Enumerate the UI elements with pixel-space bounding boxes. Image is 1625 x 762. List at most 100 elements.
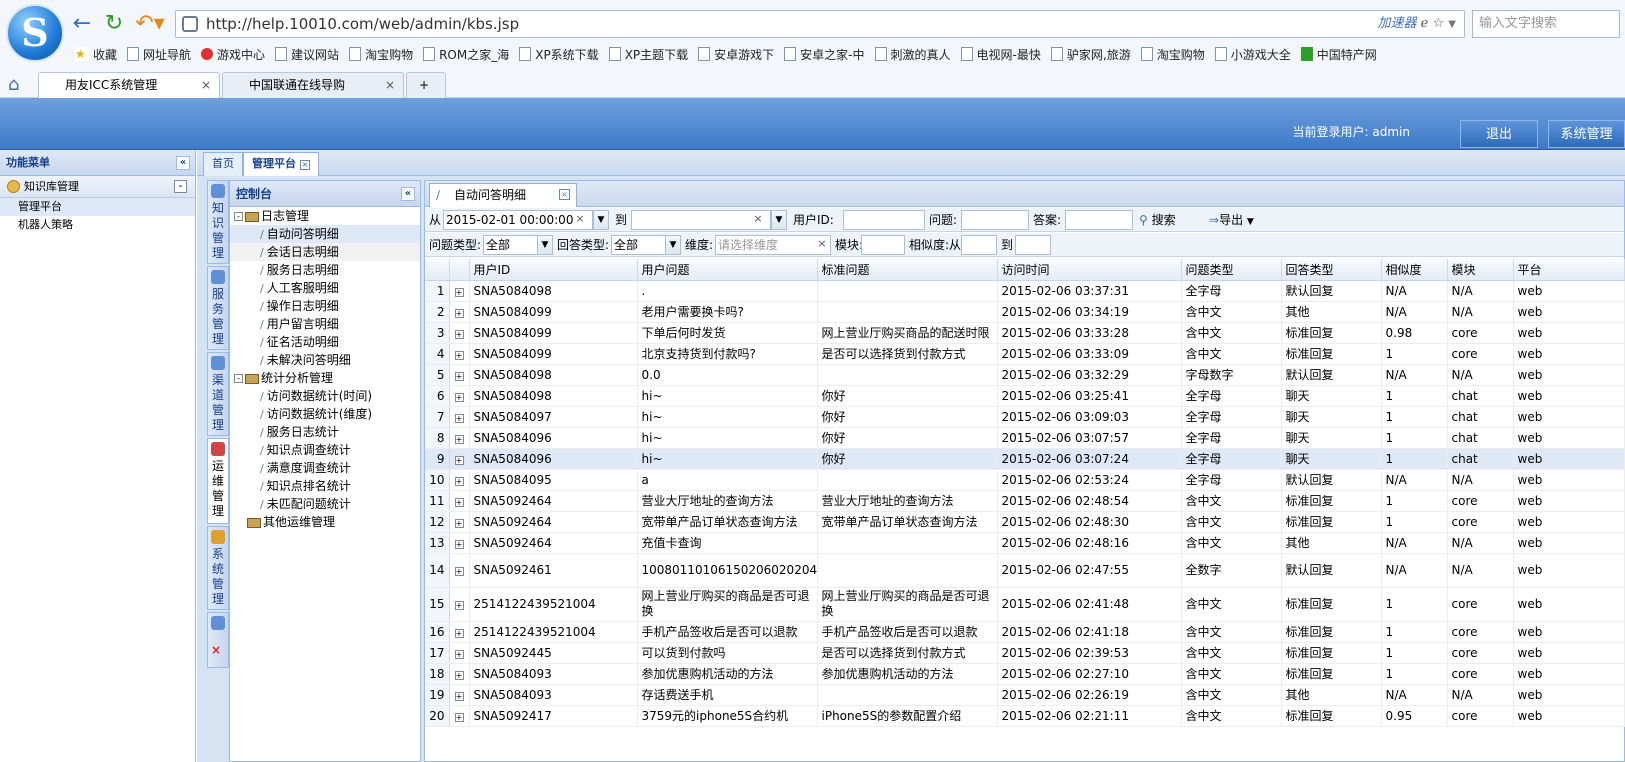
tree-item[interactable]: ∕ 服务日志明细: [230, 261, 420, 279]
close-icon[interactable]: ×: [385, 73, 395, 97]
table-row[interactable]: 8 + SNA5084096 hi~ 你好 2015-02-06 03:07:57 全字母聊…: [425, 427, 1625, 449]
row-expander[interactable]: +: [449, 511, 470, 533]
plus-icon[interactable]: +: [454, 649, 464, 659]
close-icon[interactable]: ×: [559, 189, 570, 200]
row-expander[interactable]: +: [449, 684, 470, 706]
row-expander[interactable]: +: [449, 364, 470, 386]
table-row[interactable]: 17 + SNA5092445 可以货到付款吗 是否可以选择货到付款方式 2015-02-…: [425, 642, 1625, 664]
accelerator-label[interactable]: 加速器: [1378, 16, 1417, 31]
tree-item[interactable]: ∕ 知识点排名统计: [230, 477, 420, 495]
left-menu-item-platform[interactable]: 管理平台: [0, 198, 195, 216]
tree-item[interactable]: ∕ 会话日志明细: [230, 243, 420, 261]
table-row[interactable]: 16 +2514122439521004 手机产品签收后是否可以退款 手机产品签收后是…: [425, 621, 1625, 643]
tree-item[interactable]: ∕ 满意度调查统计: [230, 459, 420, 477]
col-header[interactable]: 问题类型: [1181, 259, 1282, 281]
tab-platform[interactable]: 管理平台 ×: [243, 152, 319, 176]
userid-input[interactable]: [843, 210, 925, 230]
accordion-knowledge-base[interactable]: 知识库管理 -: [0, 176, 195, 198]
plus-icon[interactable]: +: [454, 308, 464, 318]
collapse-icon[interactable]: «: [401, 187, 415, 201]
plus-icon[interactable]: +: [454, 497, 464, 507]
answer-input[interactable]: [1065, 210, 1133, 230]
bookmark-item[interactable]: 游戏中心: [196, 43, 270, 65]
dropdown-arrow-icon[interactable]: ▼: [593, 210, 609, 230]
tree-group-stats[interactable]: - 统计分析管理: [230, 369, 420, 387]
row-expander[interactable]: +: [449, 532, 470, 554]
question-input[interactable]: [961, 210, 1029, 230]
row-expander[interactable]: +: [449, 469, 470, 491]
bookmark-item[interactable]: 淘宝购物: [344, 43, 418, 65]
col-header[interactable]: 用户问题: [637, 259, 818, 281]
chevron-down-icon[interactable]: ▼: [1448, 19, 1456, 30]
bookmark-item[interactable]: 安卓之家-中: [779, 43, 869, 65]
plus-icon[interactable]: +: [454, 287, 464, 297]
dropdown-arrow-icon[interactable]: ▼: [665, 235, 681, 255]
bookmark-item[interactable]: 淘宝购物: [1136, 43, 1210, 65]
bookmark-favorites[interactable]: ★ 收藏: [70, 43, 122, 65]
plus-icon[interactable]: +: [454, 628, 464, 638]
logout-button[interactable]: 退出: [1460, 120, 1538, 148]
vtab-extra[interactable]: ×: [207, 612, 229, 668]
row-expander[interactable]: +: [449, 621, 470, 643]
table-row[interactable]: 19 + SNA5084093 存话费送手机 2015-02-06 02:26:19 含中…: [425, 684, 1625, 706]
table-row[interactable]: 4 + SNA5084099 北京支持货到付款吗? 是否可以选择货到付款方式 2015-0…: [425, 343, 1625, 365]
plus-icon[interactable]: +: [454, 371, 464, 381]
bookmark-item[interactable]: 中国特产网: [1296, 43, 1382, 65]
col-header[interactable]: 标准问题: [817, 259, 998, 281]
table-row[interactable]: 10 + SNA5084095 a 2015-02-06 02:53:24 全字母 默认回复…: [425, 469, 1625, 491]
clear-icon[interactable]: ×: [751, 211, 765, 227]
bookmark-item[interactable]: 刺激的真人: [870, 43, 956, 65]
tab-home[interactable]: 首页: [203, 152, 243, 176]
table-row[interactable]: 3 + SNA5084099 下单后何时发货 网上营业厅购买商品的配送时限 2015-02…: [425, 322, 1625, 344]
dimension-input[interactable]: 请选择维度: [715, 235, 831, 255]
similarity-to-input[interactable]: [1015, 235, 1051, 255]
vtab-operations[interactable]: 运维管理: [207, 438, 229, 524]
row-expander[interactable]: +: [449, 343, 470, 365]
plus-icon[interactable]: +: [454, 691, 464, 701]
close-icon[interactable]: ×: [201, 73, 211, 97]
table-row[interactable]: 14 + SNA509246110080110106150206020204225O…: [425, 553, 1625, 588]
minus-icon[interactable]: -: [234, 374, 243, 383]
plus-icon[interactable]: +: [454, 350, 464, 360]
table-row[interactable]: 2 + SNA5084099 老用户需要换卡吗? 2015-02-06 03:34:19…: [425, 301, 1625, 323]
dropdown-arrow-icon[interactable]: ▼: [537, 235, 553, 255]
table-row[interactable]: 1 + SNA5084098. 2015-02-06 03:37:31 全字母 默认回复 N…: [425, 280, 1625, 302]
plus-icon[interactable]: +: [454, 539, 464, 549]
similarity-from-input[interactable]: [961, 235, 997, 255]
tree-item[interactable]: ∕ 访问数据统计(时间): [230, 387, 420, 405]
collapse-icon[interactable]: «: [176, 156, 190, 170]
search-button[interactable]: ⚲ 搜索: [1139, 208, 1176, 232]
col-header[interactable]: 相似度: [1381, 259, 1448, 281]
row-expander[interactable]: +: [449, 406, 470, 428]
tree-item[interactable]: ∕ 征名活动明细: [230, 333, 420, 351]
table-row[interactable]: 12 + SNA5092464 宽带单产品订单状态查询方法 宽带单产品订单状态查询方法 2…: [425, 511, 1625, 533]
vtab-system[interactable]: 系统管理: [207, 526, 229, 610]
table-row[interactable]: 6 + SNA5084098 hi~ 你好 2015-02-06 03:25:41 全字母聊…: [425, 385, 1625, 407]
back-arrow-icon[interactable]: ←: [68, 10, 96, 38]
row-expander[interactable]: +: [449, 587, 470, 622]
dropdown-arrow-icon[interactable]: ▼: [771, 210, 787, 230]
tree-item[interactable]: ∕ 自动问答明细: [230, 225, 420, 243]
col-header[interactable]: 模块: [1447, 259, 1514, 281]
row-expander[interactable]: +: [449, 280, 470, 302]
bookmark-item[interactable]: 网址导航: [122, 43, 196, 65]
address-bar[interactable]: http://help.10010.com/web/admin/kbs.jsp …: [175, 10, 1465, 38]
table-row[interactable]: 20 + SNA5092417 3759元的iphone5S合约机 iPhone5S的参…: [425, 705, 1625, 727]
question-type-select[interactable]: 全部: [483, 235, 539, 255]
close-icon[interactable]: ×: [211, 643, 221, 658]
clear-icon[interactable]: ×: [815, 236, 829, 252]
plus-icon[interactable]: +: [454, 329, 464, 339]
left-menu-item-robot[interactable]: 机器人策略: [0, 216, 195, 234]
system-admin-button[interactable]: 系统管理: [1548, 120, 1625, 148]
col-header[interactable]: 访问时间: [997, 259, 1182, 281]
row-expander[interactable]: +: [449, 705, 470, 727]
table-row[interactable]: 15 +2514122439521004 网上营业厅购买的商品是否可退换 网上营业厅购…: [425, 587, 1625, 622]
row-expander[interactable]: +: [449, 490, 470, 512]
row-expander[interactable]: +: [449, 427, 470, 449]
module-input[interactable]: [861, 235, 905, 255]
tree-item[interactable]: ∕ 用户留言明细: [230, 315, 420, 333]
tree-item[interactable]: ∕ 访问数据统计(维度): [230, 405, 420, 423]
plus-icon[interactable]: +: [454, 518, 464, 528]
col-header[interactable]: 平台: [1513, 259, 1625, 281]
plus-icon[interactable]: +: [454, 413, 464, 423]
